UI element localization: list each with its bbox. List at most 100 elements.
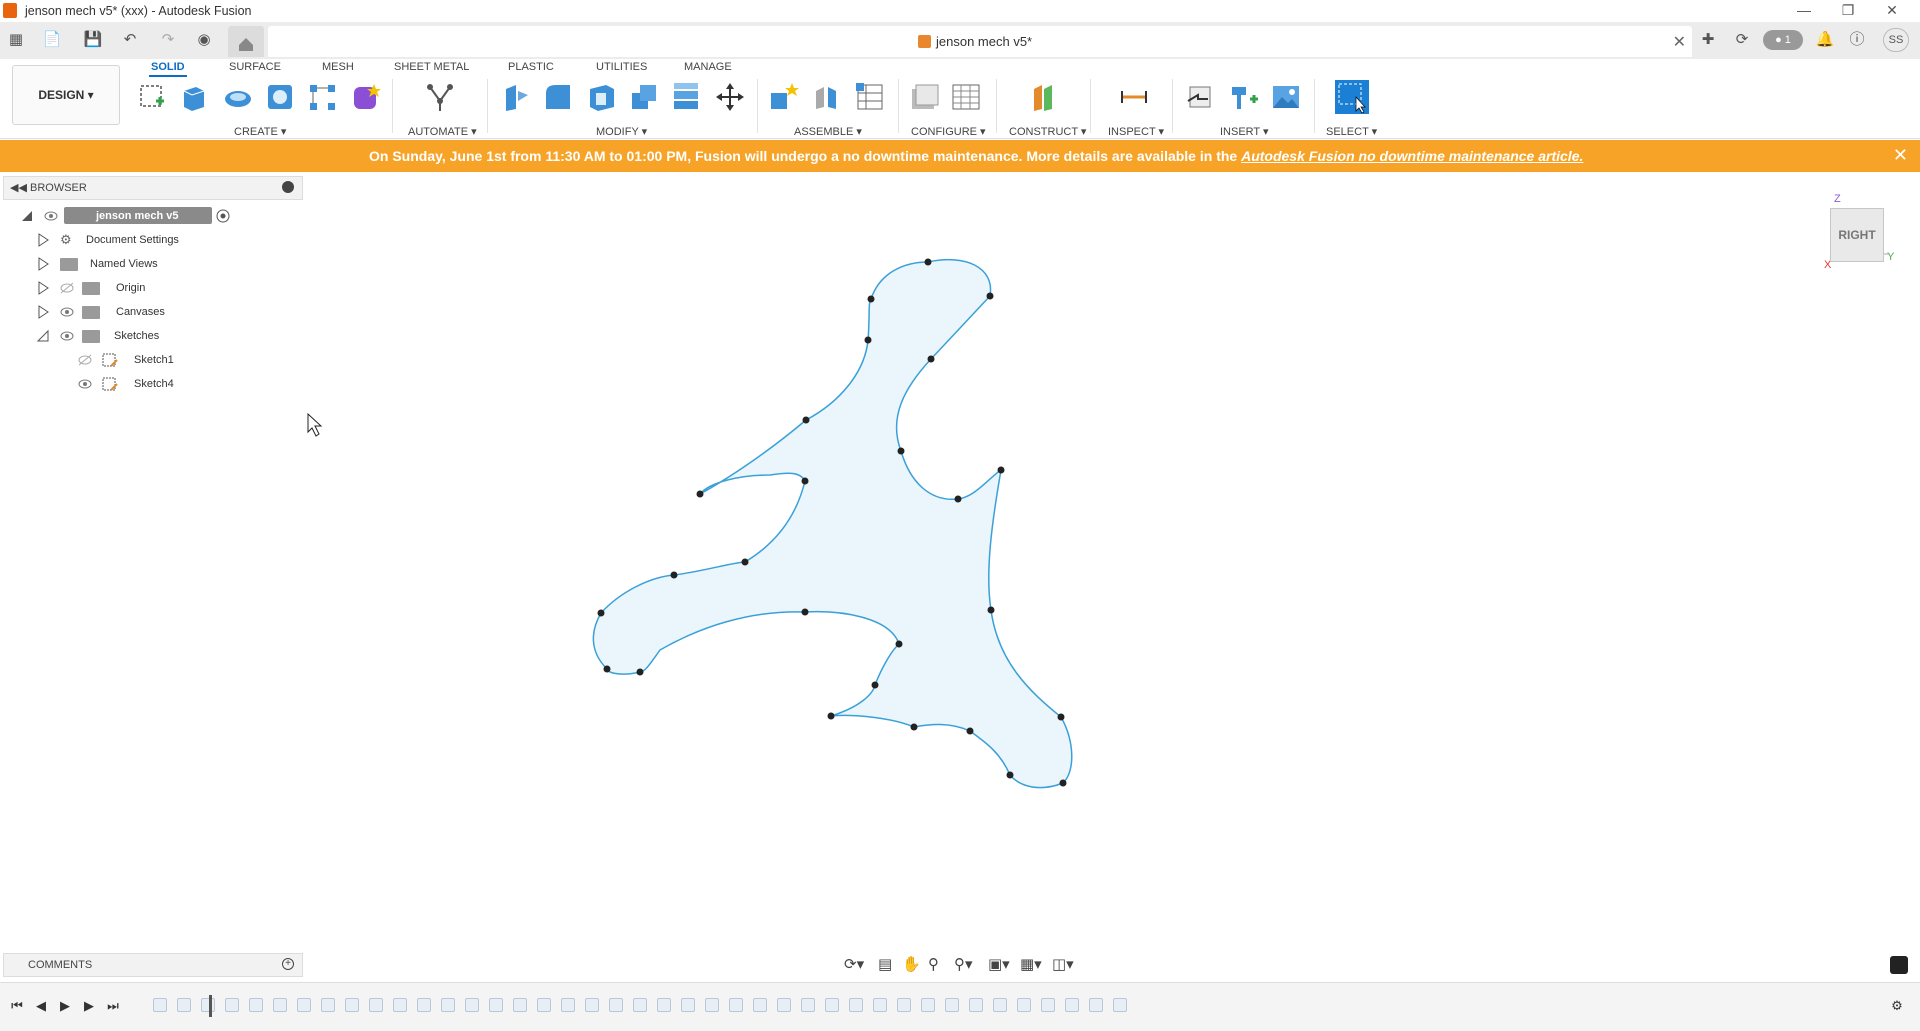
sketch-point[interactable] <box>987 606 995 614</box>
add-comment-icon[interactable]: + <box>282 958 294 970</box>
group-inspect[interactable]: INSPECT ▾ <box>1108 125 1164 138</box>
tree-item-canvases[interactable]: Canvases <box>18 301 218 323</box>
tab-sheet-metal[interactable]: SHEET METAL <box>392 59 471 75</box>
sketch-point[interactable] <box>1059 779 1067 787</box>
sketch-point[interactable] <box>1057 713 1065 721</box>
display-settings-icon[interactable]: ▣▾ <box>988 955 1010 973</box>
timeline-feature[interactable] <box>801 998 815 1012</box>
sketch-point[interactable] <box>597 609 605 617</box>
banner-close-icon[interactable]: ✕ <box>1893 145 1908 166</box>
timeline-feature[interactable] <box>537 998 551 1012</box>
sync-icon[interactable]: ⟳ <box>1732 30 1752 50</box>
tree-item-origin[interactable]: Origin <box>18 277 218 299</box>
timeline-feature[interactable] <box>417 998 431 1012</box>
look-at-icon[interactable]: ▤ <box>878 955 892 973</box>
zoom-icon[interactable]: ⚲ <box>928 955 939 973</box>
activate-component-icon[interactable] <box>216 209 230 223</box>
go-to-start-icon[interactable]: ⏮ <box>8 998 26 1016</box>
timeline-feature[interactable] <box>465 998 479 1012</box>
minimize-button[interactable]: — <box>1782 1 1826 21</box>
timeline-feature[interactable] <box>225 998 239 1012</box>
timeline-feature[interactable] <box>1065 998 1079 1012</box>
sketch-point[interactable] <box>924 258 932 266</box>
banner-link[interactable]: Autodesk Fusion no downtime maintenance … <box>1241 148 1583 164</box>
timeline-feature[interactable] <box>729 998 743 1012</box>
tree-root-row[interactable]: jenson mech v5 <box>18 205 230 227</box>
timeline-feature[interactable] <box>273 998 287 1012</box>
sketch-point[interactable] <box>897 447 905 455</box>
timeline-feature[interactable] <box>609 998 623 1012</box>
restore-button[interactable]: ❐ <box>1826 1 1870 21</box>
job-status-badge[interactable]: ● 1 <box>1763 30 1803 50</box>
configure-icon[interactable] <box>908 81 940 113</box>
sketch-point[interactable] <box>954 495 962 503</box>
new-component-icon[interactable] <box>768 81 800 113</box>
insert-derive-icon[interactable] <box>1184 81 1216 113</box>
timeline-feature[interactable] <box>873 998 887 1012</box>
redo-icon[interactable]: ↷ <box>155 30 181 50</box>
user-avatar[interactable]: SS <box>1883 28 1909 52</box>
press-pull-icon[interactable] <box>500 81 532 113</box>
shell-icon[interactable] <box>586 81 618 113</box>
sketch-point[interactable] <box>827 712 835 720</box>
step-back-icon[interactable]: ◀ <box>32 998 50 1016</box>
group-assemble[interactable]: ASSEMBLE ▾ <box>794 125 862 138</box>
close-window-button[interactable]: ✕ <box>1870 1 1914 21</box>
timeline-feature[interactable] <box>1113 998 1127 1012</box>
timeline-feature[interactable] <box>585 998 599 1012</box>
group-modify[interactable]: MODIFY ▾ <box>596 125 647 138</box>
tree-collapsed-icon[interactable] <box>36 233 50 247</box>
sketch-point[interactable] <box>696 490 704 498</box>
visibility-eye-icon[interactable] <box>78 378 92 390</box>
save-icon[interactable]: 💾 <box>83 30 103 50</box>
timeline-feature[interactable] <box>945 998 959 1012</box>
timeline-feature[interactable] <box>633 998 647 1012</box>
hidden-eye-icon[interactable] <box>78 354 92 366</box>
notifications-icon[interactable]: 🔔 <box>1815 30 1835 50</box>
tree-expanded-icon[interactable] <box>36 329 50 343</box>
sketch-point[interactable] <box>741 558 749 566</box>
tab-solid[interactable]: SOLID <box>149 59 187 77</box>
timeline-feature[interactable] <box>561 998 575 1012</box>
create-sketch-icon[interactable] <box>136 81 168 113</box>
step-forward-icon[interactable]: ▶ <box>80 998 98 1016</box>
sketch-point[interactable] <box>603 665 611 673</box>
timeline-feature[interactable] <box>681 998 695 1012</box>
move-copy-icon[interactable] <box>714 81 746 113</box>
timeline-feature[interactable] <box>753 998 767 1012</box>
sketch-point[interactable] <box>966 727 974 735</box>
timeline-feature[interactable] <box>1041 998 1055 1012</box>
home-tab-button[interactable] <box>228 26 264 57</box>
tree-item-sketch4[interactable]: Sketch4 <box>18 373 218 395</box>
sketch-point[interactable] <box>802 416 810 424</box>
visibility-eye-icon[interactable] <box>44 210 58 222</box>
hidden-eye-icon[interactable] <box>60 282 74 294</box>
grid-settings-icon[interactable]: ▦▾ <box>1020 955 1042 973</box>
timeline-feature[interactable] <box>393 998 407 1012</box>
sketch-point[interactable] <box>636 668 644 676</box>
pattern-icon[interactable] <box>306 81 338 113</box>
timeline-feature[interactable] <box>345 998 359 1012</box>
tree-item-named-views[interactable]: Named Views <box>18 253 218 275</box>
combine-icon[interactable] <box>628 81 660 113</box>
sketch-point[interactable] <box>867 295 875 303</box>
workspace-switcher-button[interactable]: DESIGN ▾ <box>12 65 120 125</box>
file-menu-icon[interactable]: 📄 <box>38 30 66 50</box>
timeline-feature[interactable] <box>369 998 383 1012</box>
sketch-profile[interactable] <box>592 258 1073 789</box>
sketch-point[interactable] <box>927 355 935 363</box>
hole-icon[interactable] <box>264 81 296 113</box>
sketch-point[interactable] <box>1006 771 1014 779</box>
timeline-feature[interactable] <box>993 998 1007 1012</box>
canvas-viewport[interactable]: Z Y X <box>0 172 1920 982</box>
configuration-table-icon[interactable] <box>950 81 982 113</box>
timeline-feature[interactable] <box>1089 998 1103 1012</box>
offset-plane-icon[interactable] <box>1028 81 1060 113</box>
orbit-icon[interactable]: ⟳▾ <box>844 955 864 973</box>
timeline-feature[interactable] <box>897 998 911 1012</box>
document-tab[interactable]: jenson mech v5* ✕ <box>268 26 1692 57</box>
fillet-icon[interactable] <box>542 81 574 113</box>
bill-of-materials-icon[interactable] <box>854 81 886 113</box>
new-tab-icon[interactable]: ✚ <box>1698 30 1718 50</box>
visibility-eye-icon[interactable] <box>60 306 74 318</box>
